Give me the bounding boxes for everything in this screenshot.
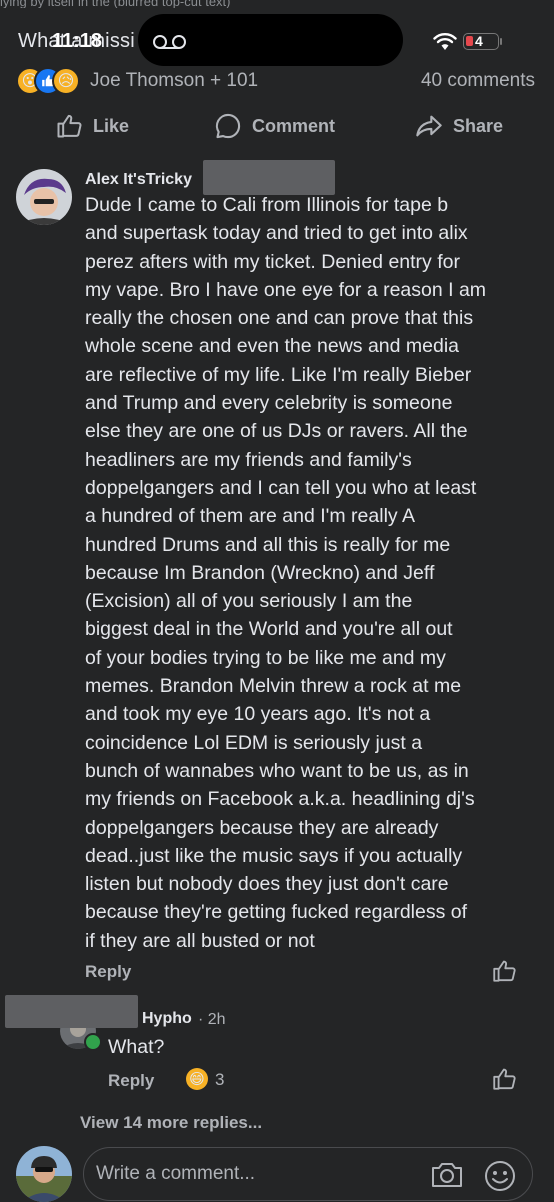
comment-line: of your bodies trying to be like me and …	[85, 646, 446, 669]
online-status-dot	[84, 1033, 102, 1051]
thumbs-up-icon	[57, 114, 82, 138]
commenter-avatar[interactable]	[16, 169, 72, 225]
reply-timestamp: · 2h	[198, 1011, 226, 1028]
comment-bubble-icon	[215, 113, 241, 139]
comment-line: (Excision) all of you seriously I am the	[85, 590, 413, 613]
comment-line: are reflective of my life. Like I'm real…	[85, 363, 472, 386]
view-more-replies-link[interactable]: View 14 more replies...	[80, 1113, 262, 1133]
voicemail-icon	[153, 35, 186, 49]
emoji-icon[interactable]	[484, 1160, 516, 1192]
comment-line: coincidence Lol EDM is seriously just a	[85, 731, 423, 754]
battery-nub	[500, 38, 502, 45]
comment-line: doppelgangers and I can tell you who at …	[85, 476, 477, 499]
reply-reply-button[interactable]: Reply	[108, 1071, 154, 1091]
comment-line: my friends on Facebook a.k.a. headlining…	[85, 788, 475, 811]
sad-reaction-icon: 😥	[52, 67, 80, 95]
share-button[interactable]: Share	[415, 112, 503, 140]
comment-composer[interactable]	[83, 1147, 533, 1201]
comment-line: whole scene and even the news and media	[85, 335, 460, 358]
comment-line: and took my eye 10 years ago. It's not a	[85, 703, 431, 726]
like-label: Like	[93, 115, 130, 136]
comment-body: Dude I came to Cali from Illinois for ta…	[85, 191, 535, 955]
comment-line: because Im Brandon (Wreckno) and Jeff	[85, 561, 435, 584]
comment-line: hundred Drums and all this is really for…	[85, 533, 451, 556]
clipped-previous-text: lying by itself in the (blurred top-cut …	[0, 0, 231, 8]
share-arrow-icon	[416, 115, 442, 137]
redacted-block	[203, 160, 335, 195]
redacted-block	[5, 995, 138, 1028]
battery-level: 4	[475, 33, 483, 49]
comment-line: Dude I came to Cali from Illinois for ta…	[85, 194, 449, 216]
reply-author[interactable]: Hypho	[142, 1010, 192, 1028]
comment-author[interactable]: Alex It'sTricky	[85, 171, 192, 189]
comment-reply-button[interactable]: Reply	[85, 962, 131, 982]
reply-text: What?	[108, 1036, 165, 1058]
reply-like-icon[interactable]	[491, 1066, 517, 1092]
reactor-names[interactable]: Joe Thomson + 101	[90, 70, 258, 92]
comment-label: Comment	[252, 115, 336, 136]
camera-icon[interactable]	[430, 1160, 464, 1190]
comment-line: memes. Brandon Melvin threw a rock at me	[85, 675, 462, 698]
comment-line: biggest deal in the World and you're all…	[85, 618, 453, 641]
reply-reaction-count[interactable]: 3	[215, 1070, 224, 1090]
comment-line: really the chosen one and can prove that…	[85, 307, 474, 330]
comment-line: doppelgangers because they are already	[85, 816, 439, 839]
comment-line: listen but nobody does they just don't c…	[85, 873, 449, 896]
comment-line: because they're getting fucked regardles…	[85, 901, 468, 924]
comment-line: else they are one of us DJs or ravers. A…	[85, 420, 468, 443]
comment-line: perez afters with my ticket. Denied entr…	[85, 250, 460, 273]
comment-input[interactable]	[94, 1162, 428, 1186]
comment-line: and Trump and every celebrity is someone	[85, 392, 453, 415]
comment-line: a hundred of them are and I'm really A	[85, 505, 415, 528]
like-button[interactable]: Like	[55, 112, 129, 140]
battery-icon: 4	[463, 33, 499, 50]
comment-line: bunch of wannabes who want to be us, as …	[85, 759, 469, 782]
comment-line: headliners are my friends and family's	[85, 448, 412, 471]
comment-like-icon[interactable]	[491, 958, 517, 984]
haha-reaction-icon[interactable]: 😄	[186, 1068, 208, 1090]
share-label: Share	[453, 115, 504, 136]
comment-button[interactable]: Comment	[214, 112, 335, 140]
comment-line: my vape. Bro I have one eye for a reason…	[85, 278, 487, 301]
user-avatar[interactable]	[16, 1146, 72, 1202]
wifi-icon	[433, 33, 457, 50]
comment-count[interactable]: 40 comments	[421, 70, 535, 92]
status-time: 11:18	[52, 30, 103, 52]
comment-line: if they are all busted or not	[85, 929, 315, 952]
comment-line: dead..just like the music says if you ac…	[85, 844, 463, 867]
comment-line: and supertask today and tried to get int…	[85, 222, 468, 245]
